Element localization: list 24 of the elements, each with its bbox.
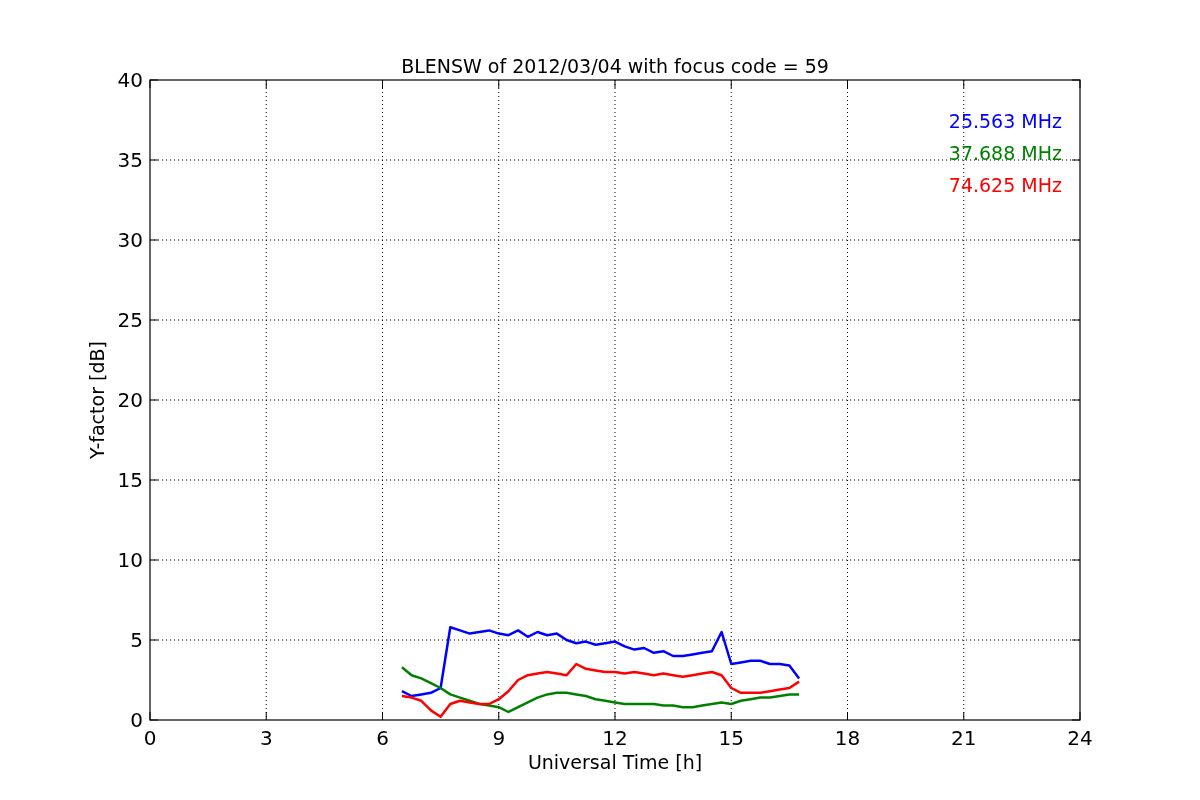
x-tick-label: 18 — [834, 726, 861, 750]
y-tick-label: 20 — [117, 388, 143, 412]
y-tick-label: 15 — [117, 468, 143, 492]
y-tick-label: 40 — [117, 68, 143, 92]
x-tick-label: 24 — [1067, 726, 1093, 750]
y-axis-label: Y-factor [dB] — [86, 341, 108, 459]
legend-label: 37.688 MHz — [948, 142, 1062, 164]
x-tick-label: 21 — [951, 726, 977, 750]
x-tick-label: 9 — [492, 726, 506, 750]
y-tick-label: 0 — [130, 708, 143, 732]
x-axis-label: Universal Time [h] — [527, 751, 703, 773]
y-tick-label: 35 — [117, 148, 143, 172]
legend-label: 25.563 MHz — [948, 110, 1062, 132]
x-tick-label: 3 — [259, 726, 273, 750]
x-tick-label: 15 — [718, 726, 744, 750]
x-tick-label: 6 — [376, 726, 389, 750]
y-tick-label: 5 — [130, 628, 143, 652]
x-tick-label: 0 — [143, 726, 157, 750]
y-tick-label: 30 — [117, 228, 143, 252]
y-tick-label: 10 — [117, 548, 143, 572]
chart-title: BLENSW of 2012/03/04 with focus code = 59 — [401, 55, 829, 77]
y-tick-label: 25 — [117, 308, 143, 332]
x-tick-label: 12 — [602, 726, 628, 750]
legend-label: 74.625 MHz — [948, 174, 1062, 196]
